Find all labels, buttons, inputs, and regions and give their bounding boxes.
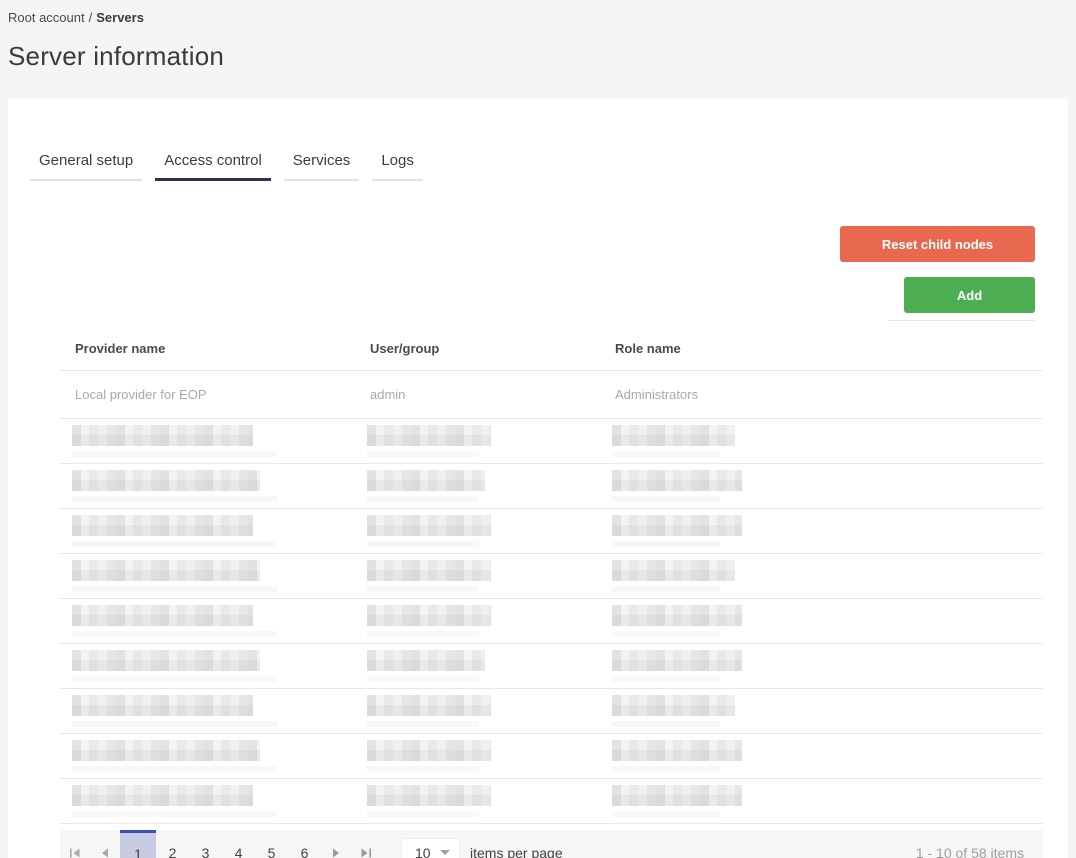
redacted-cell-provider — [60, 740, 355, 772]
content-card: General setup Access control Services Lo… — [8, 99, 1068, 858]
redacted-cell-provider — [60, 650, 355, 682]
tab-logs[interactable]: Logs — [372, 143, 423, 181]
page-button-6[interactable]: 6 — [288, 830, 321, 858]
items-per-page-label: items per page — [470, 844, 563, 858]
column-header-role-name[interactable]: Role name — [600, 341, 1043, 356]
access-control-table: Provider name User/group Role name Local… — [60, 327, 1043, 824]
redacted-cell-user — [355, 740, 600, 772]
tab-services[interactable]: Services — [283, 143, 360, 181]
page-size-section: 10 items per page — [401, 837, 563, 858]
redacted-cell-provider — [60, 605, 355, 637]
redacted-cell-provider — [60, 695, 355, 727]
page-title: Server information — [8, 41, 225, 71]
page-button-4[interactable]: 4 — [222, 830, 255, 858]
table-row[interactable]: Local provider for EOP admin Administrat… — [60, 371, 1043, 419]
table-row[interactable] — [60, 734, 1043, 779]
redacted-cell-user — [355, 425, 600, 457]
chevron-down-icon — [440, 850, 450, 855]
page-button-2[interactable]: 2 — [156, 830, 189, 858]
breadcrumb-root-account[interactable]: Root account — [8, 10, 85, 25]
table-row[interactable] — [60, 464, 1043, 509]
redacted-cell-role — [600, 560, 1043, 592]
breadcrumb-separator: / — [88, 10, 93, 25]
redacted-cell-role — [600, 650, 1043, 682]
pager-nav: 1 2 3 4 5 6 — [60, 830, 381, 858]
redacted-cell-role — [600, 785, 1043, 817]
table-row[interactable] — [60, 419, 1043, 464]
previous-page-button[interactable] — [90, 830, 120, 858]
next-page-button[interactable] — [321, 830, 351, 858]
table-row[interactable] — [60, 599, 1043, 644]
redacted-cell-user — [355, 650, 600, 682]
cell-user-group: admin — [370, 387, 406, 402]
page-button-1[interactable]: 1 — [120, 830, 156, 858]
tab-strip: General setup Access control Services Lo… — [8, 99, 1068, 181]
redacted-cell-user — [355, 785, 600, 817]
column-header-user-group[interactable]: User/group — [355, 341, 600, 356]
page-button-5[interactable]: 5 — [255, 830, 288, 858]
page-header: Root account / Servers Server information — [0, 0, 1076, 72]
table-row[interactable] — [60, 644, 1043, 689]
breadcrumb: Root account / Servers — [8, 8, 1068, 25]
column-header-provider-name[interactable]: Provider name — [60, 341, 355, 356]
pager-range-info: 1 - 10 of 58 items — [915, 844, 1024, 858]
toolbar-divider — [888, 320, 1035, 321]
table-row[interactable] — [60, 779, 1043, 824]
page-size-value: 10 — [415, 844, 431, 858]
redacted-cell-user — [355, 515, 600, 547]
redacted-cell-role — [600, 470, 1043, 502]
redacted-cell-provider — [60, 470, 355, 502]
table-row[interactable] — [60, 689, 1043, 734]
reset-child-nodes-button[interactable]: Reset child nodes — [840, 226, 1035, 262]
breadcrumb-servers: Servers — [96, 10, 144, 25]
redacted-cell-user — [355, 560, 600, 592]
page-button-3[interactable]: 3 — [189, 830, 222, 858]
redacted-cell-provider — [60, 425, 355, 457]
redacted-cell-user — [355, 695, 600, 727]
first-page-button[interactable] — [60, 830, 90, 858]
redacted-cell-user — [355, 470, 600, 502]
table-row[interactable] — [60, 509, 1043, 554]
add-button[interactable]: Add — [904, 277, 1035, 313]
redacted-cell-role — [600, 425, 1043, 457]
toolbar: Reset child nodes Add — [8, 181, 1068, 321]
tab-access-control[interactable]: Access control — [155, 143, 271, 181]
page-size-dropdown[interactable]: 10 — [401, 837, 460, 858]
redacted-cell-role — [600, 605, 1043, 637]
redacted-cell-provider — [60, 785, 355, 817]
last-page-button[interactable] — [351, 830, 381, 858]
redacted-cell-provider — [60, 560, 355, 592]
tab-general-setup[interactable]: General setup — [30, 143, 143, 181]
redacted-cell-role — [600, 740, 1043, 772]
cell-provider-name: Local provider for EOP — [75, 387, 207, 402]
redacted-cell-role — [600, 695, 1043, 727]
redacted-cell-user — [355, 605, 600, 637]
table-header-row: Provider name User/group Role name — [60, 327, 1043, 371]
pagination-bar: 1 2 3 4 5 6 10 items per page 1 - 10 of … — [60, 830, 1043, 858]
cell-role-name: Administrators — [615, 387, 699, 402]
redacted-cell-provider — [60, 515, 355, 547]
table-row[interactable] — [60, 554, 1043, 599]
redacted-cell-role — [600, 515, 1043, 547]
